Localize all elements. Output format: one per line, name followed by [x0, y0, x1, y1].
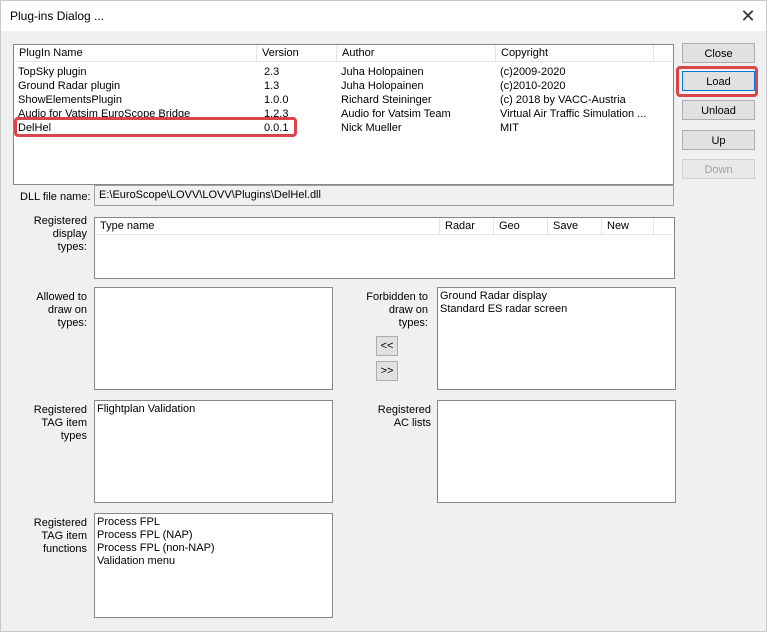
label-line: Registered	[33, 517, 87, 529]
forbidden-types-list[interactable]: Ground Radar display Standard ES radar s…	[437, 287, 676, 390]
tag-item-types-label: Registered TAG item types	[21, 404, 87, 443]
label-line: AC lists	[393, 417, 431, 429]
column-header-filler	[654, 218, 674, 235]
tag-item-functions-list[interactable]: Process FPL Process FPL (NAP) Process FP…	[94, 513, 333, 618]
list-item[interactable]: Flightplan Validation	[97, 403, 195, 416]
delhel-row-highlight	[14, 117, 297, 137]
plugin-name: Ground Radar plugin	[18, 80, 121, 92]
down-button[interactable]: Down	[682, 159, 755, 179]
move-left-button[interactable]: <<	[376, 336, 398, 356]
display-types-label: Registered display types:	[21, 215, 87, 254]
window-title: Plug-ins Dialog ...	[10, 9, 105, 23]
column-header-save[interactable]: Save	[548, 218, 602, 235]
tag-item-functions-label: Registered TAG item functions	[21, 517, 87, 556]
label-line: TAG item	[41, 417, 87, 429]
column-header-new[interactable]: New	[602, 218, 654, 235]
plugin-version: 1.3	[264, 80, 280, 92]
column-header-plugin-name[interactable]: PlugIn Name	[14, 45, 257, 62]
plugin-version: 2.3	[264, 66, 280, 78]
allowed-types-label: Allowed to draw on types:	[21, 291, 87, 330]
unload-button[interactable]: Unload	[682, 100, 755, 120]
label-line: Registered	[377, 404, 431, 416]
move-right-button[interactable]: >>	[376, 361, 398, 381]
plugins-dialog: Plug-ins Dialog ... ✕ PlugIn Name Versio…	[0, 0, 767, 632]
column-header-geo[interactable]: Geo	[494, 218, 548, 235]
label-line: types:	[398, 317, 428, 329]
column-header-copyright[interactable]: Copyright	[496, 45, 654, 62]
label-line: types:	[57, 241, 87, 253]
label-line: Registered	[33, 404, 87, 416]
list-item[interactable]: Ground Radar display	[440, 290, 547, 303]
plugin-copyright: Virtual Air Traffic Simulation ...	[500, 108, 647, 120]
plugin-copyright: (c)2009-2020	[500, 66, 566, 78]
column-header-version[interactable]: Version	[257, 45, 337, 62]
label-line: Registered	[33, 215, 87, 227]
load-button[interactable]: Load	[682, 71, 755, 91]
list-item[interactable]: Process FPL (non-NAP)	[97, 542, 215, 555]
tag-item-types-list[interactable]: Flightplan Validation	[94, 400, 333, 503]
plugin-author: Audio for Vatsim Team	[341, 108, 451, 120]
plugin-copyright: (c) 2018 by VACC-Austria	[500, 94, 626, 106]
list-item[interactable]: Validation menu	[97, 555, 175, 568]
list-item[interactable]: Process FPL (NAP)	[97, 529, 193, 542]
column-header-radar[interactable]: Radar	[440, 218, 494, 235]
label-line: Allowed to	[36, 291, 87, 303]
label-line: TAG item	[41, 530, 87, 542]
dll-file-name-label: DLL file name:	[20, 191, 91, 203]
plugins-list[interactable]: PlugIn Name Version Author Copyright Top…	[13, 44, 674, 185]
column-header-filler	[654, 45, 673, 62]
list-item[interactable]: Process FPL	[97, 516, 160, 529]
plugin-name: TopSky plugin	[18, 66, 87, 78]
column-header-type-name[interactable]: Type name	[95, 218, 440, 235]
plugin-author: Nick Mueller	[341, 122, 402, 134]
column-header-author[interactable]: Author	[337, 45, 496, 62]
ac-lists-label: Registered AC lists	[351, 404, 431, 430]
forbidden-types-label: Forbidden to draw on types:	[351, 291, 428, 330]
label-line: types	[60, 430, 87, 442]
label-line: functions	[42, 543, 87, 555]
plugin-name: ShowElementsPlugin	[18, 94, 122, 106]
dll-file-name-field: E:\EuroScope\LOVV\LOVV\Plugins\DelHel.dl…	[94, 185, 674, 206]
label-line: draw on	[47, 304, 87, 316]
ac-lists-list[interactable]	[437, 400, 676, 503]
plugin-author: Juha Holopainen	[341, 80, 424, 92]
list-item[interactable]: Standard ES radar screen	[440, 303, 567, 316]
close-button[interactable]: Close	[682, 43, 755, 63]
plugin-copyright: MIT	[500, 122, 519, 134]
plugin-version: 1.0.0	[264, 94, 289, 106]
up-button[interactable]: Up	[682, 130, 755, 150]
plugin-author: Richard Steininger	[341, 94, 432, 106]
display-types-list[interactable]: Type name Radar Geo Save New	[94, 217, 675, 279]
close-icon[interactable]: ✕	[734, 3, 762, 29]
label-line: types:	[57, 317, 87, 329]
title-bar: Plug-ins Dialog ... ✕	[1, 1, 766, 31]
label-line: display	[52, 228, 87, 240]
label-line: draw on	[388, 304, 428, 316]
allowed-types-list[interactable]	[94, 287, 333, 390]
plugin-author: Juha Holopainen	[341, 66, 424, 78]
label-line: Forbidden to	[366, 291, 428, 303]
plugin-copyright: (c)2010-2020	[500, 80, 566, 92]
